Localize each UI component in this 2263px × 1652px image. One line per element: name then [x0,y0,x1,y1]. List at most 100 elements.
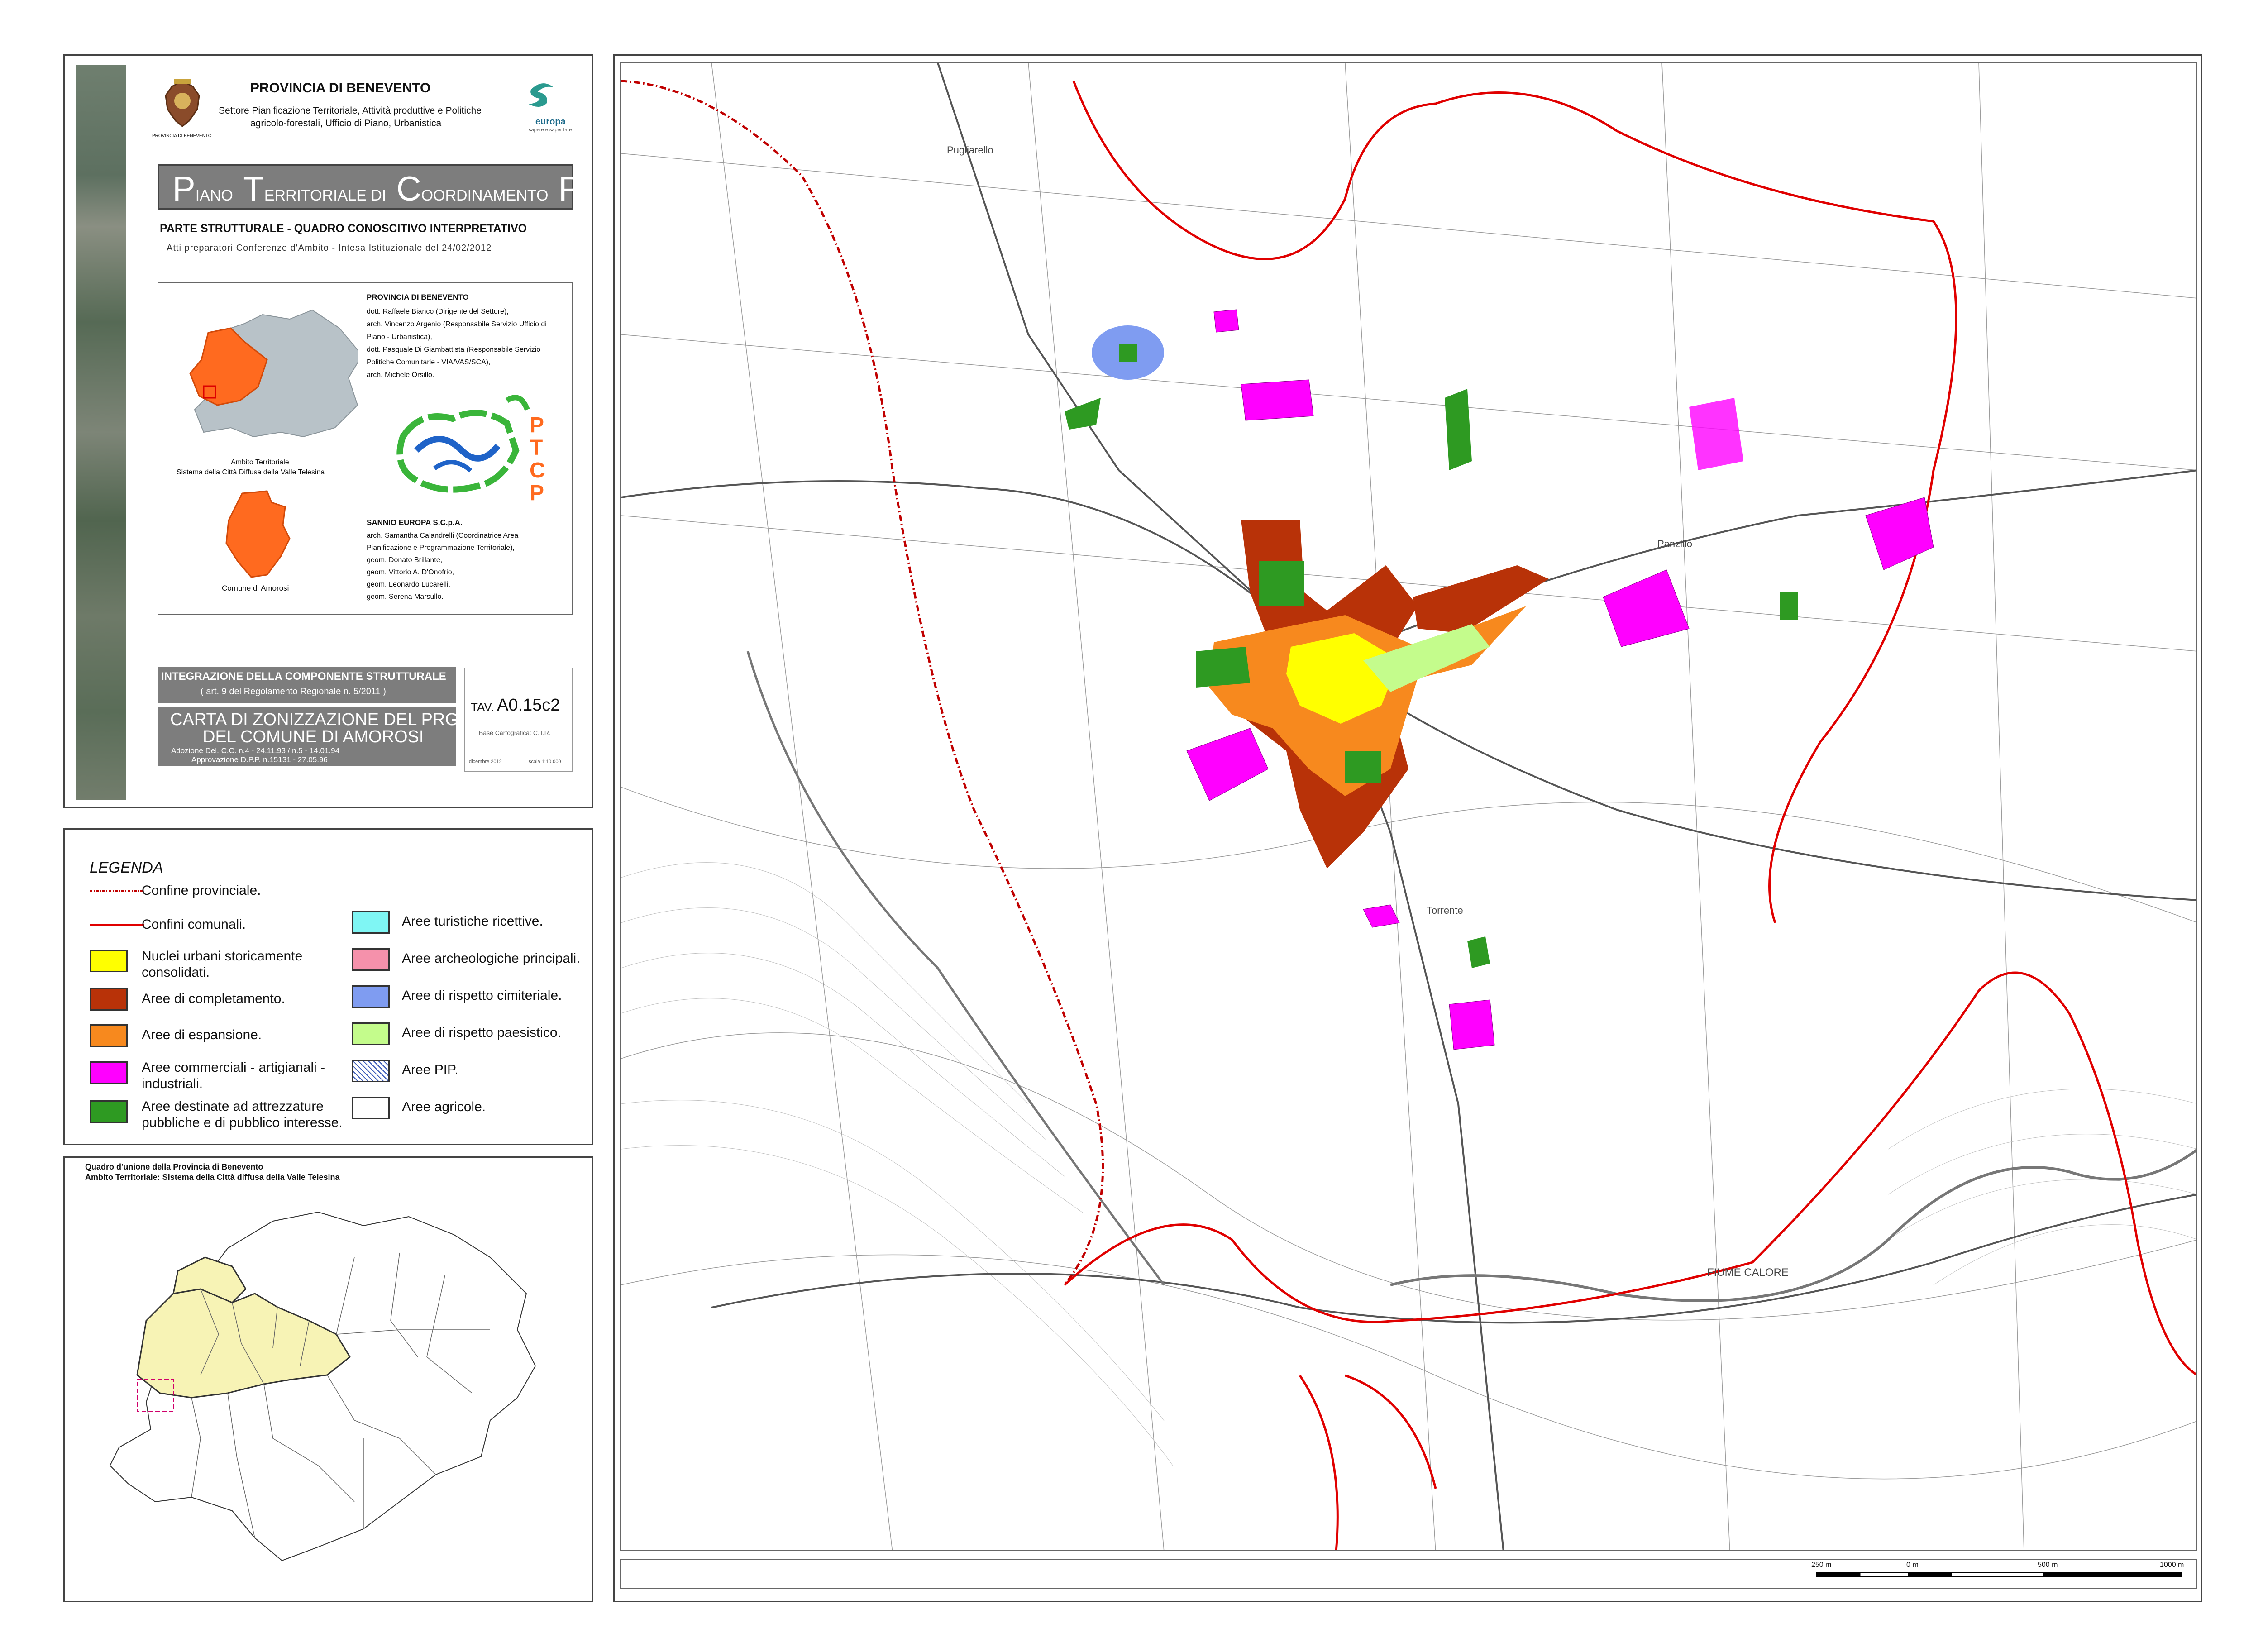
overview-panel: Quadro d'unione della Provincia di Benev… [63,1156,593,1602]
legend-cemetery: Aree di rispetto cimiteriale. [402,988,562,1003]
map-panel: Pugliarello Panzillo Torrente FIUME CALO… [613,54,2202,1602]
zone-cemetery [1119,344,1137,362]
swatch-tourist [352,911,390,934]
approval-text: Approvazione D.P.P. n.15131 - 27.05.96 [191,755,328,764]
credit-line: Pianificazione e Programmazione Territor… [367,544,515,552]
zone-commercial-north-1 [1241,379,1314,421]
swatch-expansion [90,1024,128,1047]
provincial-border-symbol [90,890,144,892]
legend-agricultural: Aree agricole. [402,1099,486,1114]
ptcp-w1-initial: P [172,170,196,208]
sannio-logo-sub: sapere e saper fare [529,127,572,133]
aerial-photo-strip [76,65,126,800]
comune-outline [225,490,291,578]
zone-public-c [1345,751,1381,783]
legend-landscape: Aree di rispetto paesistico. [402,1025,561,1040]
credits-org-2: SANNIO EUROPA S.C.p.A. [367,518,463,527]
municipal-border-line [1064,81,2196,1376]
scale-tick-250: 250 m [1811,1561,1832,1569]
province-overview-map [109,1211,536,1561]
article-text: ( art. 9 del Regolamento Regionale n. 5/… [201,687,386,697]
ptcp-w3-rest: OORDINAMENTO [421,187,549,204]
credits-list-2: arch. Samantha Calandrelli (Coordinatric… [367,530,518,603]
adoption-text: Adozione Del. C.C. n.4 - 24.11.93 / n.5 … [171,746,340,755]
credit-line: geom. Donato Brillante, [367,556,443,564]
ptcp-banner: PIANO TERRITORIALE DI COORDINAMENTO PROV… [158,164,675,210]
zoning-map: Pugliarello Panzillo Torrente FIUME CALO… [621,63,2196,1550]
swatch-completion [90,988,128,1011]
roads [621,63,2196,1550]
credit-line: dott. Raffaele Bianco (Dirigente del Set… [367,308,509,315]
urban-zoning [1065,325,1798,968]
integration-text: INTEGRAZIONE DELLA COMPONENTE STRUTTURAL… [161,670,446,683]
ambito-caption-2: Sistema della Città Diffusa della Valle … [177,468,325,476]
legend-tourist: Aree turistiche ricettive. [402,914,543,929]
map-title-2: DEL COMUNE DI AMOROSI [203,727,424,746]
credits-box: Ambito Territoriale Sistema della Città … [158,282,573,615]
title-panel: PROVINCIA DI BENEVENTO PROVINCIA DI BENE… [63,54,675,808]
swatch-pip [352,1060,390,1082]
credit-line: Piano - Urbanistica), [367,333,432,341]
credit-line: arch. Vincenzo Argenio (Responsabile Ser… [367,320,547,328]
zone-commercial-tail [1363,904,1400,928]
legend-panel: LEGENDA Confine provinciale. Confini com… [63,828,593,1145]
credits-org-1: PROVINCIA DI BENEVENTO [367,293,469,301]
swatch-public [90,1100,128,1123]
zone-commercial-west [1186,728,1269,801]
map-title-1: CARTA DI ZONIZZAZIONE DEL PRG [170,710,458,729]
ambito-caption-1: Ambito Territoriale [231,458,289,466]
ptcp-w2-initial: T [243,170,264,208]
credit-line: dott. Pasquale Di Giambattista (Responsa… [367,346,541,353]
ptcp-letter-t: T [530,436,543,460]
scale-tick-0: 0 m [1906,1561,1919,1569]
legend-municipal-border: Confini comunali. [142,917,246,932]
ptcp-w4-initial: P [558,170,582,208]
plan-subtitle: PARTE STRUTTURALE - QUADRO CONOSCITIVO I… [160,222,527,235]
credits-list-1: dott. Raffaele Bianco (Dirigente del Set… [367,306,547,382]
scale-tick-500: 500 m [2038,1561,2058,1569]
swatch-cemetery [352,985,390,1008]
legend-historic-nuclei: Nuclei urbani storicamente consolidati. [142,949,303,980]
ptcp-logo: P T C P [396,395,545,505]
ptcp-w2-rest: ERRITORIALE DI [264,187,387,204]
credit-line: geom. Leonardo Lucarelli, [367,581,451,588]
legend-public: Aree destinate ad attrezzature pubbliche… [142,1099,343,1130]
place-label-torrente: Torrente [1427,905,1463,916]
scale-bar [1816,1572,2182,1577]
comune-caption: Comune di Amorosi [222,584,289,592]
zone-commercial-south [1449,999,1495,1050]
credit-line: arch. Samantha Calandrelli (Coordinatric… [367,532,519,540]
province-title: PROVINCIA DI BENEVENTO [250,81,431,95]
emblem-caption: PROVINCIA DI BENEVENTO [152,134,212,138]
swatch-agricultural [352,1097,390,1119]
municipal-border-south [1299,1374,1437,1550]
map-title-band: CARTA DI ZONIZZAZIONE DEL PRG DEL COMUNE… [158,707,458,766]
sannio-europa-logo [529,83,554,107]
province-emblem [165,79,200,127]
place-label-pugliarello: Pugliarello [947,144,993,156]
legend-title: LEGENDA [90,859,163,876]
place-label-fiume-calore: FIUME CALORE [1707,1266,1789,1279]
plan-acts: Atti preparatori Conferenze d'Ambito - I… [167,243,492,253]
sector-line-1: Settore Pianificazione Territoriale, Att… [219,105,482,116]
ptcp-letter-p2: P [530,481,544,505]
integration-band: INTEGRAZIONE DELLA COMPONENTE STRUTTURAL… [158,667,456,703]
zone-commercial-ne [1603,569,1690,647]
legend-archaeological: Aree archeologiche principali. [402,951,580,966]
tav-code: A0.15c2 [497,696,560,715]
overview-subtitle: Ambito Territoriale: Sistema della Città… [85,1173,340,1182]
swatch-historic-nuclei [90,950,128,972]
place-label-panzillo: Panzillo [1657,538,1692,549]
ptcp-letter-c: C [530,458,545,482]
swatch-landscape [352,1022,390,1045]
base-cartografica: Base Cartografica: C.T.R. [479,729,551,736]
zone-public-south [1467,936,1490,968]
sector-line-2: agricolo-forestali, Ufficio di Piano, Ur… [250,118,442,129]
tav-box: TAV. A0.15c2 Base Cartografica: C.T.R. d… [464,668,573,772]
date-text: dicembre 2012 [469,759,502,764]
overview-title: Quadro d'unione della Provincia di Benev… [85,1162,263,1171]
ambito-map [189,309,358,438]
credit-line: geom. Serena Marsullo. [367,593,444,601]
contour-lines [621,862,2196,1466]
river [1390,1149,2196,1302]
